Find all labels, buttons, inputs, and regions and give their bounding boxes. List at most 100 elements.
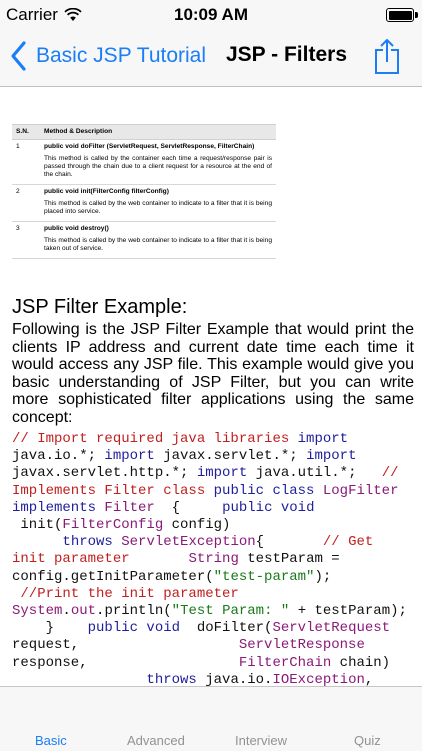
battery-icon (386, 8, 418, 22)
code-line: Implements Filter class public class Log… (12, 483, 416, 500)
code-token: ); (314, 568, 332, 585)
code-token: //Print the init parameter (12, 585, 239, 602)
code-token: config.getInitParameter( (12, 568, 214, 585)
tab-interview[interactable]: Interview (235, 733, 287, 748)
code-line: init(FilterConfig config) (12, 517, 416, 534)
code-line: implements Filter { public void (12, 500, 416, 517)
code-token: "test-param" (213, 568, 315, 585)
tab-bar: Basic Advanced Interview Quiz (0, 686, 422, 751)
status-bar: Carrier 10:09 AM (0, 0, 422, 28)
sn-column-header: S.N. (12, 124, 40, 140)
table-cell-method: public void init(FilterConfig filterConf… (40, 184, 276, 222)
share-icon[interactable] (372, 37, 402, 75)
code-line: throws java.io.IOException, (12, 672, 416, 686)
code-token: implements (12, 499, 97, 516)
code-line: System.out.println("Test Param: " + test… (12, 603, 416, 620)
code-token: // (381, 465, 399, 482)
code-token: testParam = (238, 551, 340, 568)
code-token: . (62, 603, 71, 620)
chevron-left-icon (11, 41, 26, 71)
code-token: java.io.*; (12, 448, 105, 465)
code-token: out (70, 603, 97, 620)
code-token: FilterChain (238, 654, 332, 671)
code-token: import (306, 448, 357, 465)
code-token: Implements Filter class (12, 482, 214, 499)
code-line: //Print the init parameter (12, 586, 416, 603)
code-line: java.io.*; import javax.servlet.*; impor… (12, 448, 416, 465)
method-name: public void destroy() (44, 225, 109, 232)
code-token: init parameter (12, 551, 130, 568)
code-token: , (364, 671, 374, 686)
code-token: response, (12, 654, 239, 671)
code-token: public void (87, 620, 181, 637)
code-token: chain) (331, 654, 391, 671)
code-token: import (104, 448, 155, 465)
code-line: request, ServletResponse (12, 637, 416, 654)
code-line: response, FilterChain chain) (12, 655, 416, 672)
method-name: public void init(FilterConfig filterConf… (44, 188, 169, 195)
page-title: JSP - Filters (226, 43, 347, 66)
code-token: IOException (272, 671, 365, 686)
table-cell-sn: 1 (12, 139, 40, 185)
code-line: javax.servlet.http.*; import java.util.*… (12, 465, 416, 482)
code-token: javax.servlet.http.*; (12, 465, 197, 482)
code-token: import (297, 431, 349, 447)
code-token: // Get (322, 534, 374, 551)
code-token: init( (12, 517, 63, 534)
code-token: config) (163, 517, 231, 534)
code-token: public void (222, 499, 315, 516)
code-token: java.io. (196, 671, 273, 686)
code-token: java.util.*; (247, 465, 382, 482)
table-cell-method: public void destroy() This method is cal… (40, 221, 276, 259)
method-column-header: Method & Description (40, 124, 276, 140)
method-description: This method is called by the web contain… (44, 200, 272, 215)
code-token: Filter (104, 499, 155, 516)
code-line: init parameter String testParam = (12, 551, 416, 568)
code-line: // Import required java libraries import (12, 431, 416, 448)
code-token: { (154, 499, 223, 516)
code-token: ServletException (121, 534, 256, 551)
code-token: public class (213, 482, 315, 499)
code-token: } (12, 620, 88, 637)
code-line: throws ServletException{ // Get (12, 534, 416, 551)
code-token: // Import required java libraries (12, 431, 298, 447)
table-row: 3 public void destroy() This method is c… (12, 221, 276, 259)
navigation-bar: Basic JSP Tutorial JSP - Filters (0, 28, 422, 87)
table-header-row: S.N. Method & Description (12, 124, 276, 140)
code-token: .println( (96, 603, 172, 620)
table-row: 1 public void doFilter (ServletRequest, … (12, 139, 276, 185)
code-line: } public void doFilter(ServletRequest (12, 620, 416, 637)
code-token: { (255, 534, 323, 551)
method-description: This method is called by the container e… (44, 155, 272, 178)
method-description: This method is called by the web contain… (44, 237, 272, 252)
section-heading: JSP Filter Example: (12, 296, 188, 318)
back-button[interactable]: Basic JSP Tutorial (8, 39, 206, 73)
code-token: throws (146, 671, 197, 686)
article-content[interactable]: S.N. Method & Description 1 public void … (0, 87, 422, 686)
tab-basic[interactable]: Basic (35, 733, 67, 748)
code-token: LogFilter (322, 482, 399, 499)
method-name: public void doFilter (ServletRequest, Se… (44, 143, 255, 150)
back-button-label: Basic JSP Tutorial (36, 44, 207, 67)
intro-paragraph: Following is the JSP Filter Example that… (12, 321, 414, 426)
code-token: ServletResponse (238, 637, 365, 654)
tab-quiz[interactable]: Quiz (354, 733, 381, 748)
code-token: request, (12, 637, 239, 654)
methods-table: S.N. Method & Description 1 public void … (12, 124, 276, 259)
code-token: + testParam); (289, 603, 407, 620)
code-token: "Test Param: " (171, 603, 290, 620)
table-row: 2 public void init(FilterConfig filterCo… (12, 184, 276, 222)
code-token: ServletRequest (272, 620, 391, 637)
code-token: javax.servlet.*; (154, 448, 307, 465)
code-token: String (188, 551, 239, 568)
table-cell-sn: 2 (12, 184, 40, 222)
status-time: 10:09 AM (173, 5, 248, 24)
tab-advanced[interactable]: Advanced (127, 733, 185, 748)
code-line: config.getInitParameter("test-param"); (12, 569, 416, 586)
table-cell-method: public void doFilter (ServletRequest, Se… (40, 139, 276, 185)
